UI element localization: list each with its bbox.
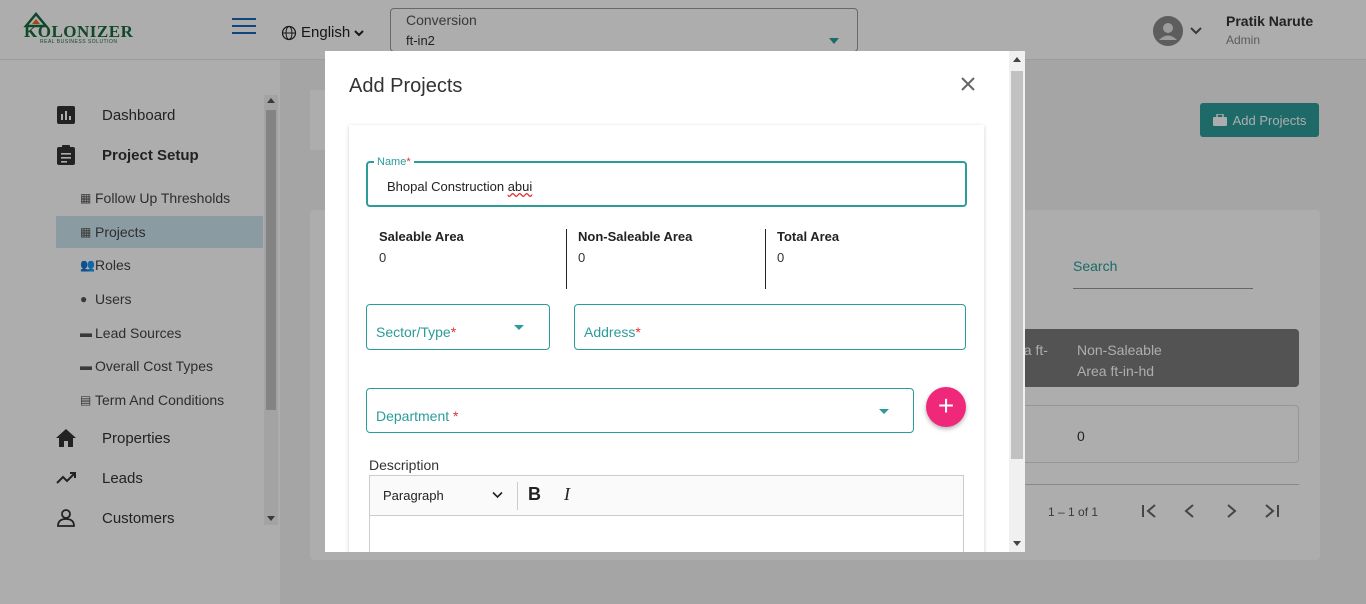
scrollbar-thumb[interactable] [1011,71,1023,459]
non-saleable-area-value: 0 [578,250,586,265]
sector-type-select[interactable]: Sector/Type* [366,304,550,350]
scroll-up-icon[interactable] [1013,57,1021,62]
address-field[interactable]: Address* [574,304,966,350]
chevron-down-icon[interactable] [492,487,503,502]
department-select[interactable]: Department * [366,388,914,433]
scroll-down-icon[interactable] [1013,541,1021,546]
divider [566,229,567,289]
description-editor[interactable]: Paragraph B I [369,475,964,552]
saleable-area: Saleable Area 0 [379,229,464,289]
total-area-title: Total Area [777,229,840,244]
total-area: Total Area 0 [777,229,839,289]
name-label: Name* [374,156,414,168]
name-field[interactable]: Name* Bhopal Construction abui [366,156,967,207]
saleable-area-title: Saleable Area [379,229,464,244]
divider [765,229,766,289]
non-saleable-area-title: Non-Saleable Area [578,229,693,244]
close-icon[interactable] [960,71,976,99]
name-value: Bhopal Construction abui [387,179,533,194]
dialog-title: Add Projects [349,75,463,97]
department-placeholder: Department * [376,408,459,424]
non-saleable-area: Non-Saleable Area 0 [578,229,692,289]
description-label: Description [369,457,440,473]
total-area-value: 0 [777,250,785,265]
dropdown-caret-icon [879,409,889,414]
add-projects-dialog: Add Projects Name* Bhopal Construction a… [325,51,1025,552]
bold-button[interactable]: B [528,484,541,505]
editor-toolbar: Paragraph B I [370,476,963,516]
saleable-area-value: 0 [379,250,387,265]
add-department-button[interactable]: + [926,387,966,427]
address-placeholder: Address* [584,324,641,340]
italic-button[interactable]: I [564,484,570,505]
sector-type-placeholder: Sector/Type* [376,324,457,340]
dialog-scrollbar[interactable] [1009,51,1025,552]
toolbar-separator [517,482,518,510]
dropdown-caret-icon [514,325,524,330]
block-style-select[interactable]: Paragraph [383,488,505,503]
project-form: Name* Bhopal Construction abui Saleable … [349,125,984,552]
